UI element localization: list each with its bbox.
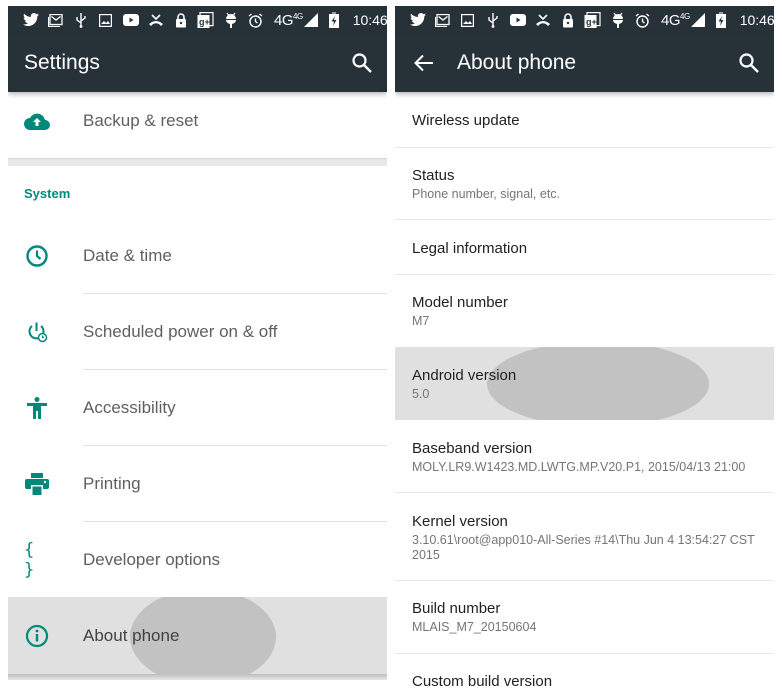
lock-icon — [168, 10, 193, 30]
app-bar: Settings — [8, 34, 387, 92]
signal-icon — [690, 10, 706, 30]
clock-icon — [24, 243, 50, 269]
info-icon — [24, 623, 50, 649]
back-arrow-icon[interactable] — [413, 52, 435, 74]
cloud-upload-icon — [24, 108, 50, 134]
divider — [395, 147, 774, 148]
missed-call-icon — [530, 10, 555, 30]
image-icon — [455, 10, 480, 30]
list-item-status[interactable]: Status Phone number, signal, etc. — [395, 167, 774, 202]
android-debug-icon — [605, 10, 630, 30]
list-item-custom-build-version[interactable]: Custom build version — [395, 673, 774, 689]
list-item-accessibility[interactable]: Accessibility — [8, 370, 387, 446]
gmail-icon — [43, 10, 68, 30]
status-bar: g+ 4G4G 10:46 — [8, 6, 387, 34]
missed-call-icon — [143, 10, 168, 30]
list-bottom-edge — [8, 674, 387, 680]
printer-icon — [24, 471, 50, 497]
youtube-icon — [505, 10, 530, 30]
divider — [395, 492, 774, 493]
list-item-android-version[interactable]: Android version 5.0 — [395, 347, 774, 420]
list-item-scheduled-power[interactable]: Scheduled power on & off — [8, 294, 387, 370]
clock-time: 10:46 — [352, 12, 387, 28]
scheduled-power-icon — [24, 319, 50, 345]
divider — [395, 580, 774, 581]
list-item-legal-information[interactable]: Legal information — [395, 240, 774, 257]
divider — [395, 219, 774, 220]
section-header-system: System — [24, 186, 71, 201]
settings-screen: g+ 4G4G 10:46 Settings Backup & reset Sy… — [8, 0, 387, 689]
app-bar: About phone — [395, 34, 774, 92]
network-type: 4G4G — [661, 11, 690, 29]
gmail-icon — [430, 10, 455, 30]
android-debug-icon — [218, 10, 243, 30]
google-plus-icon: g+ — [580, 10, 605, 30]
alarm-icon — [630, 10, 655, 30]
search-icon[interactable] — [351, 52, 373, 74]
divider — [395, 274, 774, 275]
image-icon — [93, 10, 118, 30]
usb-icon — [480, 10, 505, 30]
list-item-date-time[interactable]: Date & time — [8, 218, 387, 294]
braces-icon: { } — [24, 540, 37, 580]
page-title: Settings — [24, 51, 100, 74]
search-icon[interactable] — [738, 52, 760, 74]
clock-time: 10:46 — [739, 12, 774, 28]
list-item-build-number[interactable]: Build number MLAIS_M7_20150604 — [395, 600, 774, 635]
google-plus-icon: g+ — [193, 10, 218, 30]
about-phone-screen: g+ 4G4G 10:46 About phone Wireless updat… — [395, 0, 774, 689]
status-bar: g+ 4G4G 10:46 — [395, 6, 774, 34]
network-type: 4G4G — [274, 11, 303, 29]
twitter-icon — [405, 10, 430, 30]
page-title: About phone — [457, 51, 577, 74]
list-item-model-number[interactable]: Model number M7 — [395, 294, 774, 329]
settings-list: Backup & reset System Date & time Schedu… — [8, 92, 387, 689]
about-phone-list: Wireless update Status Phone number, sig… — [395, 92, 774, 689]
svg-text:g+: g+ — [199, 17, 210, 27]
battery-charging-icon — [325, 10, 343, 30]
list-item-developer-options[interactable]: { } Developer options — [8, 522, 387, 598]
svg-text:g+: g+ — [586, 17, 597, 27]
list-item-kernel-version[interactable]: Kernel version 3.10.61\root@app010-All-S… — [395, 513, 774, 563]
alarm-icon — [243, 10, 268, 30]
list-item-printing[interactable]: Printing — [8, 446, 387, 522]
list-item-baseband-version[interactable]: Baseband version MOLY.LR9.W1423.MD.LWTG.… — [395, 440, 774, 475]
section-divider — [8, 158, 387, 166]
list-item-backup-reset[interactable]: Backup & reset — [8, 83, 387, 159]
list-item-about-phone[interactable]: About phone — [8, 597, 387, 674]
list-item-wireless-update[interactable]: Wireless update — [395, 112, 774, 129]
youtube-icon — [118, 10, 143, 30]
accessibility-icon — [24, 395, 50, 421]
signal-icon — [303, 10, 319, 30]
twitter-icon — [18, 10, 43, 30]
divider — [395, 653, 774, 654]
lock-icon — [555, 10, 580, 30]
battery-charging-icon — [712, 10, 730, 30]
usb-icon — [68, 10, 93, 30]
